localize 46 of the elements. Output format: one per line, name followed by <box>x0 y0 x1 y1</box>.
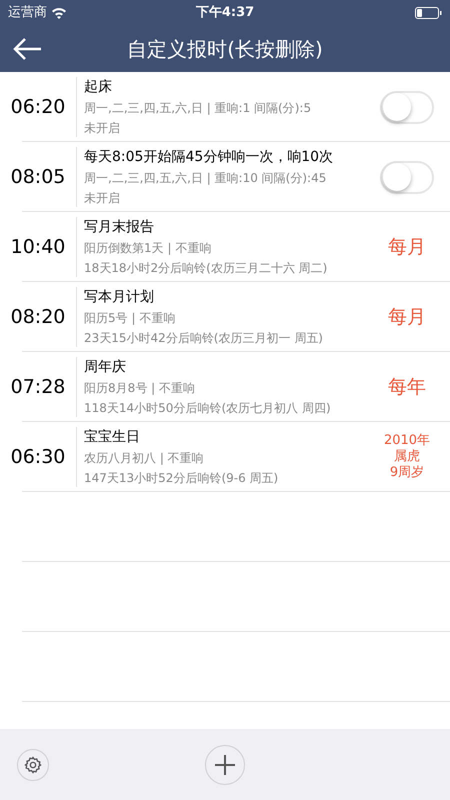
alarm-time: 08:20 <box>10 304 66 330</box>
alarm-note: 23天15小时42分后响铃(农历三月初一 周五) <box>84 330 324 347</box>
alarm-note: 未开启 <box>84 120 121 137</box>
repeat-label: 每月 <box>388 304 426 330</box>
clock-time: 下午4:37 <box>196 4 254 22</box>
alarm-title: 周年庆 <box>84 358 127 377</box>
alarm-title: 写月末报告 <box>84 218 155 237</box>
alarm-note: 118天14小时50分后响铃(农历七月初八 周四) <box>84 400 332 417</box>
alarm-row[interactable]: 08:05 每天8:05开始隔45分钟响一次，响10次 周一,二,三,四,五,六,日 | 重响:10 间隔(分):45 未开启 <box>0 142 450 212</box>
alarm-row[interactable]: 08:20 写本月计划 阳历5号 | 不重响 23天15小时42分后响铃(农历三月初一 周五) 每月 <box>0 282 450 352</box>
alarm-row[interactable]: 10:40 写月末报告 阳历倒数第1天 | 不重响 18天18小时2分后响铃(农历三月二十六 周二) 每月 <box>0 212 450 282</box>
alarm-detail: 阳历5号 | 不重响 <box>84 310 176 327</box>
alarm-detail: 阳历8月8号 | 不重响 <box>84 380 196 397</box>
alarm-time: 08:05 <box>10 164 66 190</box>
alarm-row[interactable]: 06:30 宝宝生日 农历八月初八 | 不重响 147天13小时52分后响铃(9-6 周五) 2010年 属虎 9周岁 <box>0 422 450 492</box>
alarm-title: 起床 <box>84 78 113 97</box>
alarm-time: 10:40 <box>10 234 66 260</box>
alarm-detail: 阳历倒数第1天 | 不重响 <box>84 240 212 257</box>
alarm-row[interactable]: 07:28 周年庆 阳历8月8号 | 不重响 118天14小时50分后响铃(农历七月初八 周四) 每年 <box>0 352 450 422</box>
alarm-note: 18天18小时2分后响铃(农历三月二十六 周二) <box>84 260 328 277</box>
alarm-note: 147天13小时52分后响铃(9-6 周五) <box>84 470 280 487</box>
wifi-icon <box>51 6 67 18</box>
alarm-note: 未开启 <box>84 190 121 207</box>
alarm-title: 写本月计划 <box>84 288 155 307</box>
alarm-detail: 周一,二,三,四,五,六,日 | 重响:1 间隔(分):5 <box>84 100 312 117</box>
back-arrow-icon <box>12 37 42 61</box>
settings-button[interactable] <box>17 748 49 780</box>
settings-icon <box>24 756 42 774</box>
page-title: 自定义报时(长按删除) <box>127 36 323 62</box>
battery-icon <box>415 6 442 18</box>
carrier-label: 运营商 <box>8 4 47 22</box>
repeat-label: 2010年 属虎 9周岁 <box>384 433 430 481</box>
alarm-time: 07:28 <box>10 374 66 400</box>
add-button[interactable] <box>205 744 245 784</box>
alarm-detail: 周一,二,三,四,五,六,日 | 重响:10 间隔(分):45 <box>84 170 328 187</box>
alarm-time: 06:30 <box>10 444 66 470</box>
repeat-label: 每年 <box>388 374 426 400</box>
alarm-title: 宝宝生日 <box>84 428 141 447</box>
plus-icon <box>214 754 236 776</box>
alarm-row[interactable]: 06:20 起床 周一,二,三,四,五,六,日 | 重响:1 间隔(分):5 未开启 <box>0 72 450 142</box>
repeat-label: 每月 <box>388 234 426 260</box>
alarm-time: 06:20 <box>10 94 66 120</box>
alarm-title: 每天8:05开始隔45分钟响一次，响10次 <box>84 148 334 167</box>
alarm-detail: 农历八月初八 | 不重响 <box>84 450 205 467</box>
toggle-switch[interactable] <box>380 90 434 124</box>
toggle-switch[interactable] <box>380 160 434 194</box>
